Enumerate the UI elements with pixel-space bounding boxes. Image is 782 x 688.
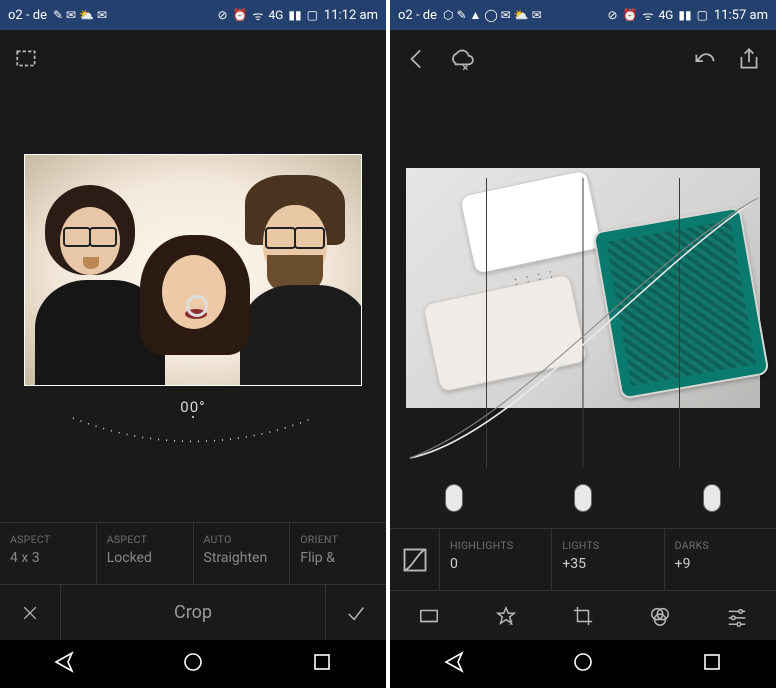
val-highlights[interactable]: HIGHLIGHTS 0 xyxy=(440,529,552,590)
status-right-icons: ⊘ ⏰ ᯤ 4G ▮▮ ▢ xyxy=(217,7,317,24)
android-nav-bar xyxy=(0,640,386,688)
nav-back-icon[interactable] xyxy=(52,650,76,678)
tool-color-icon[interactable] xyxy=(622,591,699,640)
crop-aspect-icon[interactable] xyxy=(14,46,40,72)
person-center xyxy=(140,235,250,355)
bottom-tool-row: 2 xyxy=(390,590,776,640)
tone-slider-row xyxy=(390,468,776,528)
back-icon[interactable] xyxy=(404,46,430,72)
prop-battery xyxy=(422,273,587,392)
app-top-bar xyxy=(390,30,776,88)
tone-values-row: HIGHLIGHTS 0 LIGHTS +35 DARKS +9 xyxy=(390,528,776,590)
network-icon: 4G xyxy=(658,8,673,22)
share-icon[interactable] xyxy=(736,46,762,72)
battery-icon: ▢ xyxy=(307,8,318,22)
prop-circuit-board xyxy=(592,206,769,399)
person-right xyxy=(245,175,345,245)
crop-options-row: ASPECT 4 x 3 ASPECT Locked AUTO Straight… xyxy=(0,522,386,584)
crop-canvas[interactable]: 00° xyxy=(0,88,386,522)
clock: 11:12 am xyxy=(324,8,378,23)
rotation-dial[interactable]: 00° xyxy=(63,398,323,448)
person-left xyxy=(45,185,135,275)
dnd-icon: ⊘ xyxy=(607,8,617,22)
status-bar: o2 - de ✎ ✉ ⛅ ✉ ⊘ ⏰ ᯤ 4G ▮▮ ▢ 11:12 am xyxy=(0,0,386,30)
opt-aspect-lock[interactable]: ASPECT Locked xyxy=(97,523,194,584)
curve-mode-icon[interactable] xyxy=(390,529,440,590)
slider-highlights-thumb[interactable] xyxy=(446,485,462,511)
nav-home-icon[interactable] xyxy=(181,650,205,678)
signal-icon: ▮▮ xyxy=(288,8,301,22)
battery-icon: ▢ xyxy=(697,8,708,22)
tone-curve-screen: o2 - de ⬡ ✎ ▲ ◯ ✉ ⛅ ✉ ⊘ ⏰ ᯤ 4G ▮▮ ▢ 11:5… xyxy=(388,0,776,688)
svg-text:2: 2 xyxy=(509,618,513,627)
clock: 11:57 am xyxy=(714,8,768,23)
app-top-bar xyxy=(0,30,386,88)
opt-aspect-ratio[interactable]: ASPECT 4 x 3 xyxy=(0,523,97,584)
status-left-icons: ✎ ✉ ⛅ ✉ xyxy=(53,8,107,22)
dnd-icon: ⊘ xyxy=(217,8,227,22)
tool-rate-icon[interactable]: 2 xyxy=(467,591,544,640)
nav-home-icon[interactable] xyxy=(571,650,595,678)
tool-presets-icon[interactable] xyxy=(390,591,467,640)
tool-crop-icon[interactable] xyxy=(544,591,621,640)
crop-screen: o2 - de ✎ ✉ ⛅ ✉ ⊘ ⏰ ᯤ 4G ▮▮ ▢ 11:12 am xyxy=(0,0,388,688)
photo-preview[interactable] xyxy=(24,154,362,386)
carrier-label: o2 - de xyxy=(8,8,47,23)
signal-icon: ▮▮ xyxy=(678,8,691,22)
tool-adjust-icon[interactable] xyxy=(699,591,776,640)
mode-label: Crop xyxy=(61,602,325,623)
android-nav-bar xyxy=(390,640,776,688)
slider-darks-thumb[interactable] xyxy=(704,485,720,511)
wifi-icon: ᯤ xyxy=(252,7,263,24)
opt-auto-straighten[interactable]: AUTO Straighten xyxy=(194,523,291,584)
opt-orientation[interactable]: ORIENT Flip & xyxy=(290,523,386,584)
alarm-icon: ⏰ xyxy=(623,8,638,22)
status-bar: o2 - de ⬡ ✎ ▲ ◯ ✉ ⛅ ✉ ⊘ ⏰ ᯤ 4G ▮▮ ▢ 11:5… xyxy=(390,0,776,30)
nav-recent-icon[interactable] xyxy=(700,650,724,678)
confirm-button[interactable] xyxy=(326,602,386,624)
cloud-discard-icon[interactable] xyxy=(448,46,474,72)
val-lights[interactable]: LIGHTS +35 xyxy=(552,529,664,590)
status-right-icons: ⊘ ⏰ ᯤ 4G ▮▮ ▢ xyxy=(607,7,707,24)
photo-preview[interactable]: : : : : xyxy=(406,168,760,408)
rotation-value: 00° xyxy=(63,398,323,416)
nav-recent-icon[interactable] xyxy=(310,650,334,678)
wifi-icon: ᯤ xyxy=(642,7,653,24)
nav-back-icon[interactable] xyxy=(442,650,466,678)
slider-lights-thumb[interactable] xyxy=(575,485,591,511)
crop-action-bar: Crop xyxy=(0,584,386,640)
alarm-icon: ⏰ xyxy=(233,8,248,22)
status-left-icons: ⬡ ✎ ▲ ◯ ✉ ⛅ ✉ xyxy=(443,8,542,22)
undo-icon[interactable] xyxy=(692,46,718,72)
cancel-button[interactable] xyxy=(0,603,60,623)
carrier-label: o2 - de xyxy=(398,8,437,23)
network-icon: 4G xyxy=(268,8,283,22)
curve-canvas[interactable]: : : : : xyxy=(390,88,776,528)
prop-back-cover xyxy=(459,169,603,274)
val-darks[interactable]: DARKS +9 xyxy=(665,529,776,590)
